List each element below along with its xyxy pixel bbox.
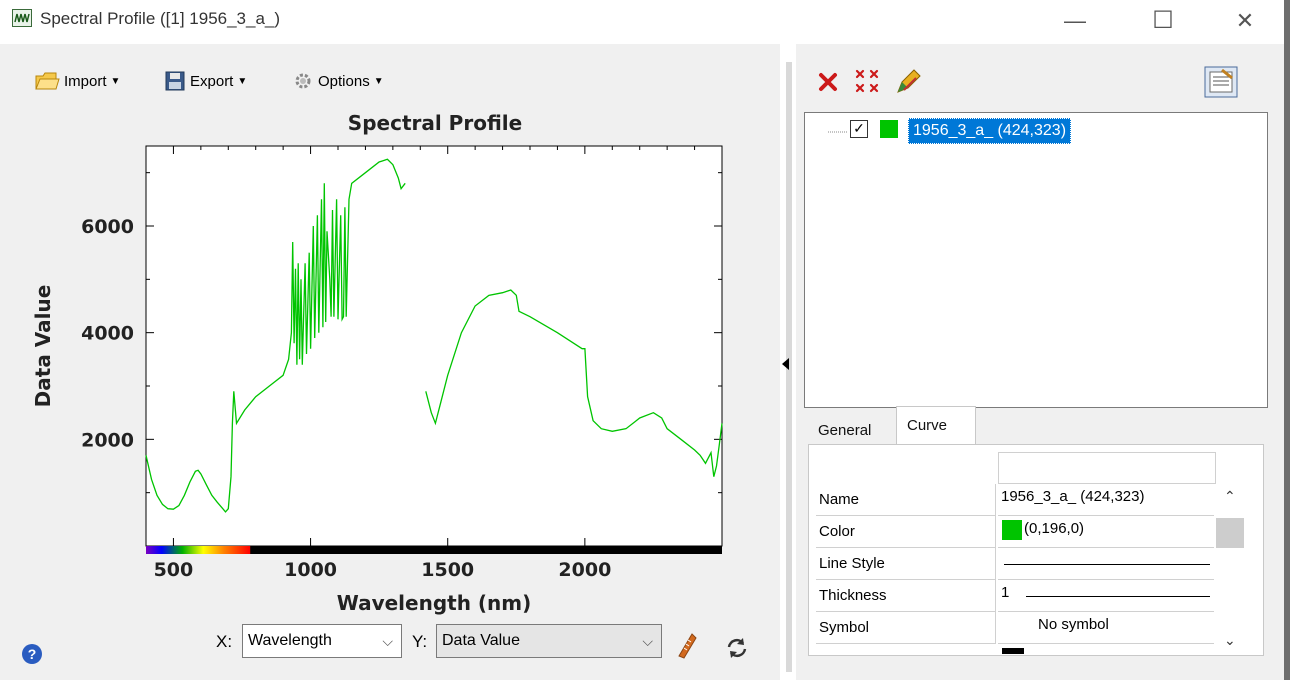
- symbol-color-swatch: [1002, 648, 1024, 654]
- x-axis-label: Wavelength (nm): [337, 591, 532, 615]
- scroll-down-icon[interactable]: ⌄: [1224, 632, 1236, 649]
- visible-spectrum-bar: [146, 546, 251, 554]
- property-row-thickness: Thickness 1: [816, 580, 1214, 612]
- tab-curve[interactable]: Curve: [896, 406, 976, 446]
- help-icon[interactable]: ?: [22, 644, 42, 664]
- maximize-button[interactable]: ☐: [1140, 6, 1186, 36]
- property-row-color: Color (0,196,0): [816, 516, 1214, 548]
- dropdown-arrow-icon: ▼: [237, 75, 248, 87]
- x-axis-select[interactable]: Wavelength ⌵: [242, 624, 402, 658]
- y-tick-label: 2000: [81, 429, 134, 451]
- property-row-symbol: Symbol No symbol: [816, 612, 1214, 644]
- x-axis-select-value: Wavelength: [248, 632, 332, 649]
- dropdown-arrow-icon: ▼: [110, 75, 121, 87]
- line-style-preview: [1004, 564, 1210, 565]
- chevron-down-icon: ⌵: [382, 633, 393, 649]
- tab-curve-label: Curve: [907, 417, 948, 434]
- y-axis-label: Data Value: [31, 285, 55, 408]
- tab-general[interactable]: General: [810, 412, 896, 444]
- properties-icon[interactable]: [1204, 66, 1238, 98]
- property-value-thickness[interactable]: 1: [998, 580, 1214, 612]
- chart-title: Spectral Profile: [348, 111, 522, 135]
- x-tick-label: 2000: [558, 559, 611, 581]
- property-value: 1: [1001, 584, 1010, 601]
- property-row-partial: [816, 644, 1214, 654]
- y-axis-select[interactable]: Data Value ⌵: [436, 624, 662, 658]
- property-value[interactable]: 1956_3_a_ (424,323): [998, 484, 1214, 516]
- scroll-up-icon[interactable]: ⌃: [1224, 488, 1236, 505]
- x-tick-label: 500: [154, 559, 194, 581]
- options-label: Options: [318, 72, 370, 90]
- color-swatch: [1002, 520, 1022, 540]
- y-tick-label: 4000: [81, 323, 134, 345]
- x-axis-selector-label: X:: [216, 632, 233, 651]
- edit-icon[interactable]: [894, 68, 924, 96]
- folder-icon: [35, 72, 60, 90]
- property-value[interactable]: No symbol: [998, 612, 1214, 644]
- scrollbar-thumb[interactable]: [1216, 518, 1244, 548]
- property-label: Thickness: [816, 580, 996, 612]
- import-menu-button[interactable]: Import ▼: [34, 68, 120, 94]
- plot-area: [145, 145, 723, 547]
- title-bar: Spectral Profile ([1] 1956_3_a_) — ☐ ✕: [0, 0, 1290, 44]
- property-value-color[interactable]: (0,196,0): [998, 516, 1214, 548]
- curve-checkbox[interactable]: ✓: [850, 120, 868, 138]
- property-label: Color: [816, 516, 996, 548]
- property-label: Line Style: [816, 548, 996, 580]
- y-axis-select-value: Data Value: [442, 632, 520, 649]
- x-tick-label: 1000: [284, 559, 337, 581]
- property-scrollbar[interactable]: ⌃ ⌄: [1216, 484, 1246, 654]
- spectral-chart[interactable]: Spectral Profile 500 1000 1500 2000 2000 4000…: [0, 100, 780, 620]
- thickness-preview: [1026, 596, 1210, 597]
- tree-item-curve[interactable]: 1956_3_a_ (424,323): [908, 118, 1072, 144]
- property-label: Symbol: [816, 612, 996, 644]
- app-icon: [12, 9, 32, 27]
- close-button[interactable]: ✕: [1222, 6, 1268, 36]
- x-tick-label: 1500: [421, 559, 474, 581]
- import-label: Import: [64, 72, 107, 90]
- options-menu-button[interactable]: Options ▼: [292, 68, 384, 94]
- curve-tree[interactable]: [804, 112, 1268, 408]
- collapse-arrow-icon[interactable]: [782, 358, 789, 370]
- export-menu-button[interactable]: Export ▼: [164, 68, 247, 94]
- property-grid-header: [998, 452, 1216, 484]
- delete-all-icon[interactable]: [854, 68, 882, 96]
- gear-icon: [295, 73, 311, 89]
- property-value-line-style[interactable]: [998, 548, 1214, 580]
- spectral-ruler-icon[interactable]: [676, 632, 698, 660]
- save-icon: [165, 71, 185, 91]
- y-tick-label: 6000: [81, 216, 134, 238]
- delete-icon[interactable]: [816, 70, 840, 94]
- window-title: Spectral Profile ([1] 1956_3_a_): [40, 9, 281, 28]
- y-axis-selector-label: Y:: [412, 632, 428, 651]
- refresh-icon[interactable]: [724, 636, 750, 660]
- dropdown-arrow-icon: ▼: [373, 75, 384, 87]
- property-row-line-style: Line Style: [816, 548, 1214, 580]
- export-label: Export: [190, 72, 234, 90]
- minimize-button[interactable]: —: [1052, 6, 1098, 36]
- window-edge: [1284, 0, 1290, 680]
- curve-color-swatch: [880, 120, 898, 138]
- property-row-name: Name 1956_3_a_ (424,323): [816, 484, 1214, 516]
- chevron-down-icon: ⌵: [642, 633, 653, 649]
- tab-general-label: General: [818, 422, 872, 439]
- property-value: (0,196,0): [1024, 520, 1085, 537]
- property-label: Name: [816, 484, 996, 516]
